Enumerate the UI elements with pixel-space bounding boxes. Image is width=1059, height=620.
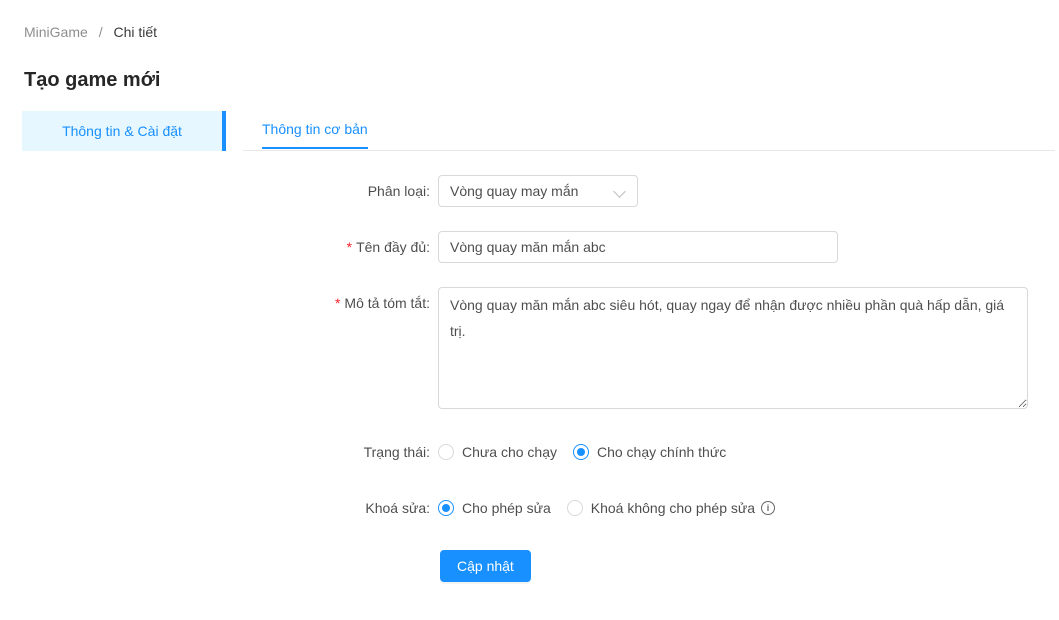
chevron-down-icon <box>613 185 626 198</box>
content-panel: Thông tin cơ bản Phân loại: Vòng quay ma… <box>243 111 1055 606</box>
full-name-input[interactable] <box>438 231 838 263</box>
breadcrumb-item-minigame[interactable]: MiniGame <box>24 24 88 40</box>
page-header: MiniGame / Chi tiết Tạo game mới <box>0 0 1059 93</box>
side-tab-info-settings[interactable]: Thông tin & Cài đặt <box>22 111 226 151</box>
tab-basic-info-label: Thông tin cơ bản <box>262 121 368 137</box>
radio-allow-edit[interactable]: Cho phép sửa <box>438 500 551 516</box>
description-textarea[interactable]: Vòng quay măn mắn abc siêu hót, quay nga… <box>438 287 1028 409</box>
form-row-status: Trạng thái: Chưa cho chạy Cho chạy chính… <box>243 436 1055 468</box>
form-row-submit: Cập nhật <box>243 548 1055 582</box>
form-row-description: *Mô tả tóm tắt: Vòng quay măn mắn abc si… <box>243 287 1055 412</box>
form-row-edit-lock: Khoá sửa: Cho phép sửa Khoá không cho ph… <box>243 492 1055 524</box>
radio-unchecked-icon <box>567 500 583 516</box>
radio-unchecked-icon <box>438 444 454 460</box>
page-title: Tạo game mới <box>24 67 1035 93</box>
breadcrumb-separator: / <box>99 24 103 40</box>
full-name-label: *Tên đầy đủ: <box>243 231 438 263</box>
update-button[interactable]: Cập nhật <box>440 550 531 582</box>
tab-basic-info[interactable]: Thông tin cơ bản <box>262 111 368 148</box>
main-area: Thông tin & Cài đặt Thông tin cơ bản Phâ… <box>0 93 1059 606</box>
form-row-full-name: *Tên đầy đủ: <box>243 231 1055 263</box>
breadcrumb: MiniGame / Chi tiết <box>24 25 1035 39</box>
radio-checked-icon <box>438 500 454 516</box>
category-label: Phân loại: <box>243 175 438 207</box>
radio-status-official[interactable]: Cho chạy chính thức <box>573 444 726 460</box>
required-asterisk: * <box>335 295 340 311</box>
breadcrumb-item-detail: Chi tiết <box>113 24 157 40</box>
status-radio-group: Chưa cho chạy Cho chạy chính thức <box>438 436 1055 468</box>
required-asterisk: * <box>347 239 352 255</box>
radio-status-not-running[interactable]: Chưa cho chạy <box>438 444 557 460</box>
edit-lock-label: Khoá sửa: <box>243 492 438 524</box>
radio-checked-icon <box>573 444 589 460</box>
game-form: Phân loại: Vòng quay may mắn *Tên đầy đủ… <box>243 151 1055 582</box>
tab-bar: Thông tin cơ bản <box>243 111 1055 151</box>
status-label: Trạng thái: <box>243 436 438 468</box>
side-tab-label: Thông tin & Cài đặt <box>62 123 182 139</box>
category-select-value: Vòng quay may mắn <box>450 183 578 199</box>
form-row-category: Phân loại: Vòng quay may mắn <box>243 175 1055 207</box>
radio-lock-edit[interactable]: Khoá không cho phép sửa <box>567 500 755 516</box>
description-label: *Mô tả tóm tắt: <box>243 287 438 412</box>
edit-lock-radio-group: Cho phép sửa Khoá không cho phép sửa i <box>438 492 1055 524</box>
info-circle-icon[interactable]: i <box>761 501 775 515</box>
category-select[interactable]: Vòng quay may mắn <box>438 175 638 207</box>
side-tab-list: Thông tin & Cài đặt <box>22 111 226 151</box>
